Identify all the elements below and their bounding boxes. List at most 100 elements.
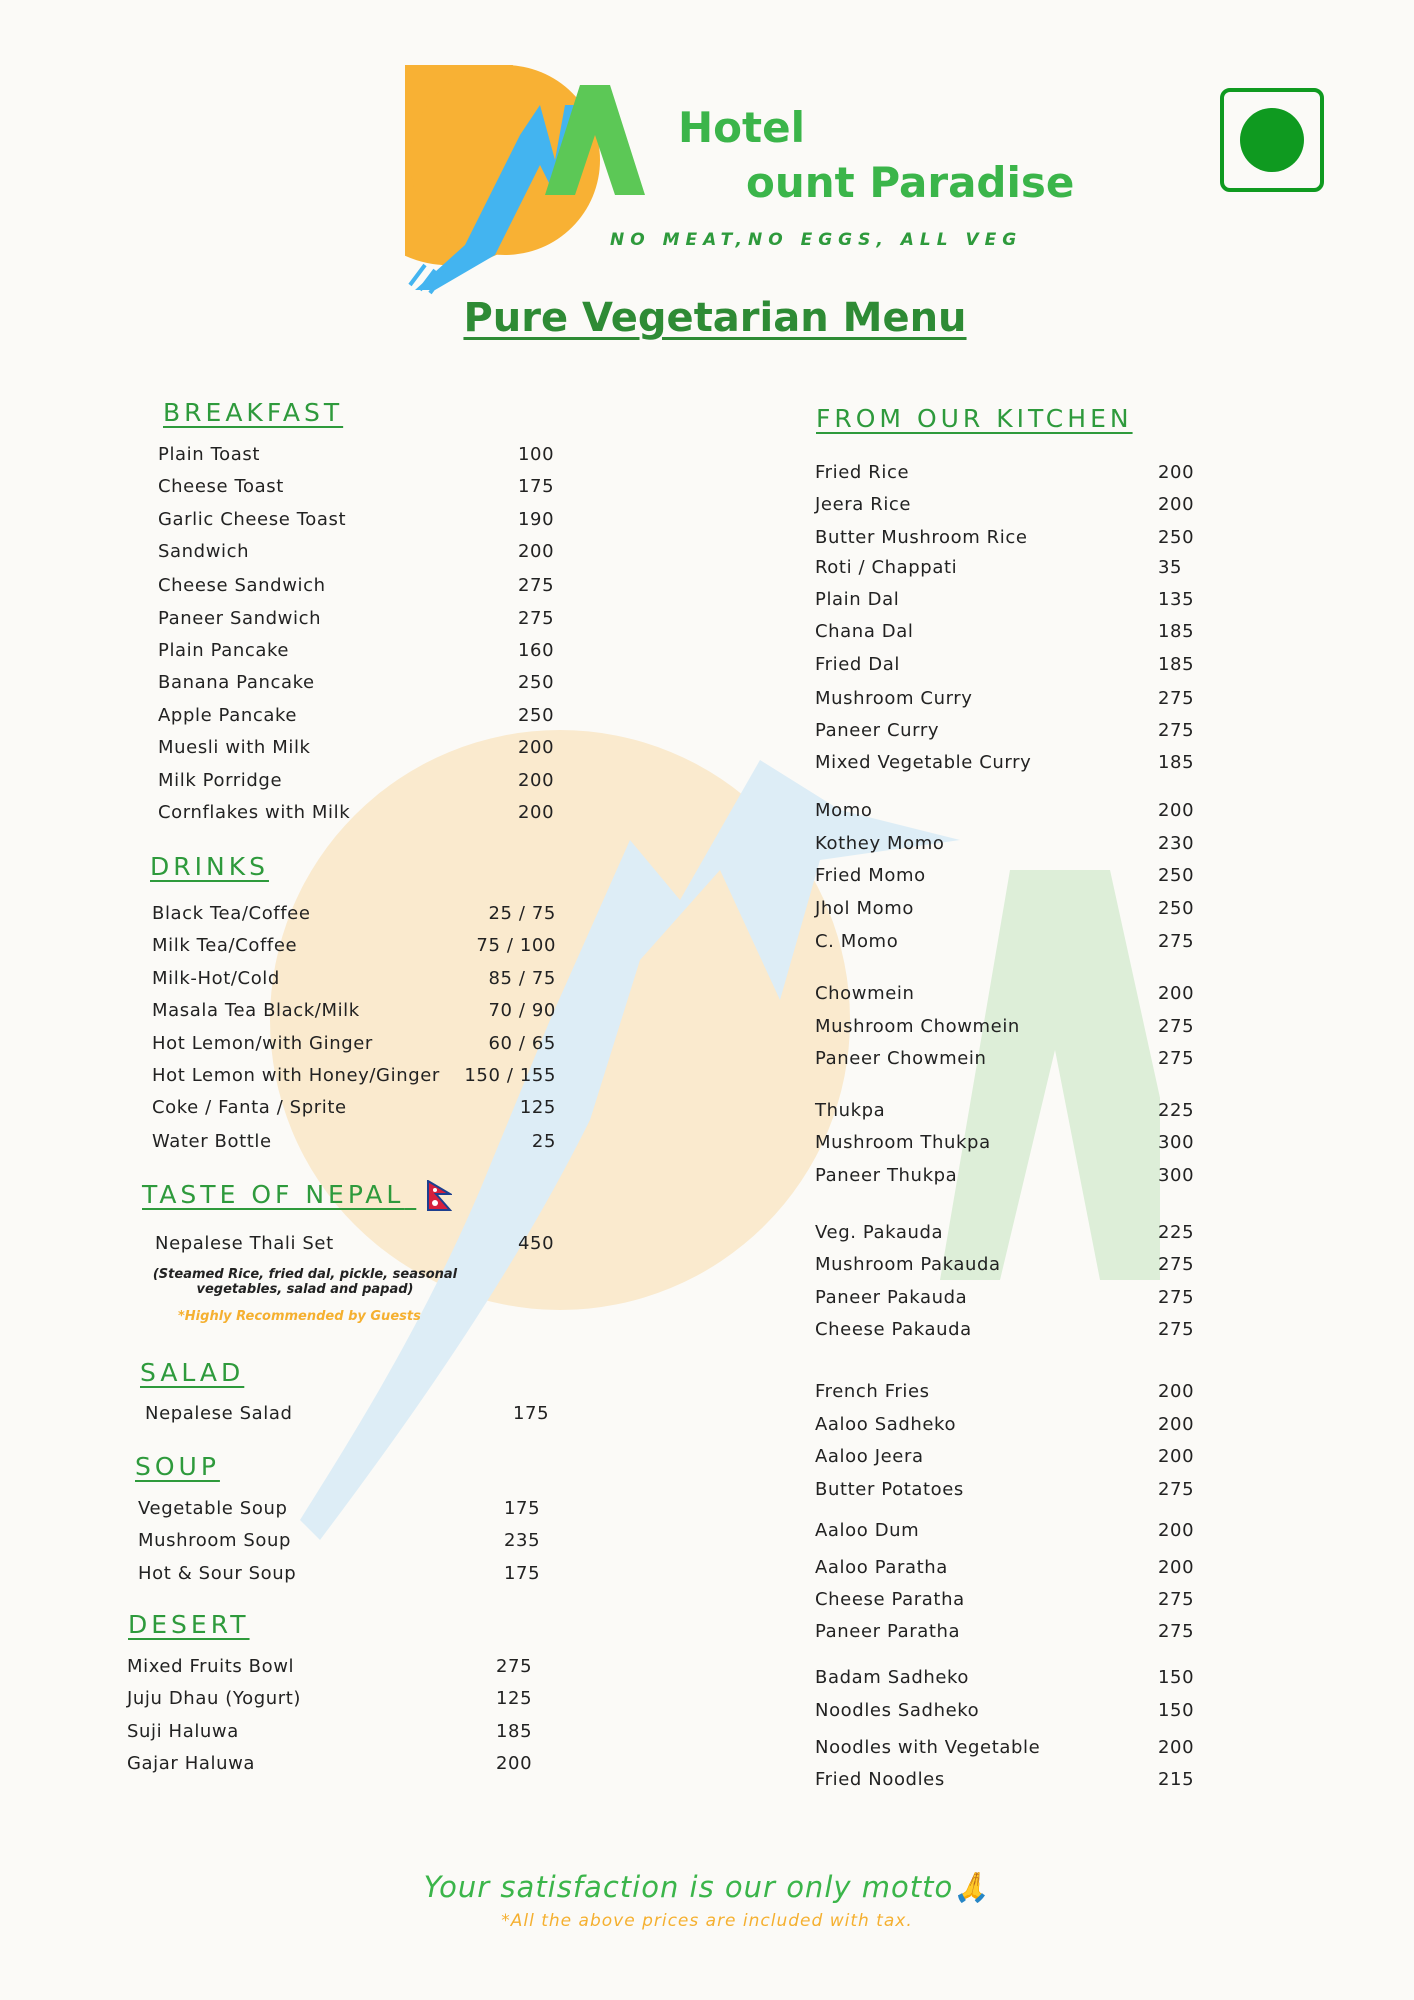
- menu-item-price: 60 / 65: [488, 1033, 556, 1054]
- menu-item-price: 70 / 90: [488, 1000, 556, 1021]
- menu-item-name: Juju Dhau (Yogurt): [127, 1688, 302, 1709]
- section-heading-soup: SOUP: [135, 1452, 220, 1481]
- menu-item-price: 185: [1158, 654, 1195, 675]
- menu-item-name: Cheese Toast: [158, 476, 284, 497]
- menu-item-name: Nepalese Thali Set: [155, 1233, 334, 1254]
- menu-item-name: Badam Sadheko: [815, 1667, 970, 1688]
- menu-item-name: Hot & Sour Soup: [138, 1563, 297, 1584]
- menu-item-name: Cheese Sandwich: [158, 575, 326, 596]
- menu-item-price: 300: [1158, 1165, 1195, 1186]
- menu-item-price: 200: [1158, 1446, 1195, 1467]
- menu-item-name: Cheese Paratha: [815, 1589, 965, 1610]
- menu-item-name: Nepalese Salad: [145, 1403, 293, 1424]
- menu-item-name: Mushroom Pakauda: [815, 1254, 1001, 1275]
- menu-item-price: 35: [1158, 557, 1183, 578]
- menu-item-name: Jeera Rice: [815, 494, 912, 515]
- menu-item-price: 200: [518, 737, 555, 758]
- menu-item-name: Plain Toast: [158, 444, 261, 465]
- menu-item-price: 175: [504, 1498, 541, 1519]
- menu-item-price: 200: [1158, 983, 1195, 1004]
- menu-item-name: Plain Dal: [815, 589, 900, 610]
- section-heading-taste-of-nepal: TASTE OF NEPAL: [142, 1180, 453, 1212]
- page-title: Pure Vegetarian Menu: [463, 295, 967, 341]
- menu-item-price: 275: [518, 608, 555, 629]
- menu-item-price: 275: [1158, 1048, 1195, 1069]
- menu-item-price: 275: [1158, 1254, 1195, 1275]
- menu-item-price: 215: [1158, 1769, 1195, 1790]
- menu-item-price: 300: [1158, 1132, 1195, 1153]
- watermark-logo: [270, 730, 1160, 1540]
- menu-item-name: Milk Porridge: [158, 770, 283, 791]
- menu-item-price: 175: [513, 1403, 550, 1424]
- menu-item-price: 450: [518, 1233, 555, 1254]
- menu-item-name: Paneer Paratha: [815, 1621, 961, 1642]
- menu-item-name: Mixed Fruits Bowl: [127, 1656, 295, 1677]
- menu-item-name: Mushroom Chowmein: [815, 1016, 1020, 1037]
- menu-item-price: 225: [1158, 1100, 1195, 1121]
- menu-item-price: 185: [1158, 752, 1195, 773]
- menu-item-name: Milk-Hot/Cold: [152, 968, 280, 989]
- footer-motto: Your satisfaction is our only motto🙏: [423, 1870, 991, 1904]
- menu-item-name: Garlic Cheese Toast: [158, 509, 347, 530]
- menu-item-price: 250: [518, 705, 555, 726]
- menu-item-name: Aaloo Sadheko: [815, 1414, 957, 1435]
- menu-item-price: 235: [504, 1530, 541, 1551]
- menu-item-name: Mixed Vegetable Curry: [815, 752, 1032, 773]
- menu-item-price: 85 / 75: [488, 968, 556, 989]
- menu-item-name: Chowmein: [815, 983, 915, 1004]
- menu-item-price: 160: [518, 640, 555, 661]
- menu-item-price: 190: [518, 509, 555, 530]
- menu-item-price: 200: [1158, 1520, 1195, 1541]
- menu-item-name: C. Momo: [815, 931, 899, 952]
- menu-item-price: 135: [1158, 589, 1195, 610]
- menu-item-price: 200: [1158, 1381, 1195, 1402]
- menu-item-name: Mushroom Curry: [815, 688, 973, 709]
- brand-hotel-text: Hotel: [678, 103, 805, 152]
- menu-item-price: 25 / 75: [488, 903, 556, 924]
- recommended-note: *Highly Recommended by Guests: [178, 1309, 421, 1324]
- menu-item-name: Veg. Pakauda: [815, 1222, 944, 1243]
- menu-item-name: Muesli with Milk: [158, 737, 311, 758]
- menu-item-price: 275: [1158, 1479, 1195, 1500]
- menu-item-name: Gajar Haluwa: [127, 1753, 256, 1774]
- menu-item-price: 200: [518, 541, 555, 562]
- menu-item-name: Cornflakes with Milk: [158, 802, 351, 823]
- menu-item-name: Vegetable Soup: [138, 1498, 288, 1519]
- section-heading-breakfast: BREAKFAST: [163, 398, 344, 427]
- veg-mark-icon: [1220, 88, 1324, 192]
- menu-item-name: Butter Potatoes: [815, 1479, 964, 1500]
- menu-item-price: 125: [496, 1688, 533, 1709]
- menu-item-price: 200: [1158, 1414, 1195, 1435]
- menu-item-price: 275: [1158, 931, 1195, 952]
- menu-item-name: Suji Haluwa: [127, 1721, 239, 1742]
- menu-item-price: 250: [518, 672, 555, 693]
- menu-item-price: 250: [1158, 527, 1195, 548]
- section-heading-text: TASTE OF NEPAL: [142, 1180, 405, 1209]
- menu-item-name: Milk Tea/Coffee: [152, 935, 298, 956]
- menu-item-name: Paneer Curry: [815, 720, 940, 741]
- menu-item-name: Black Tea/Coffee: [152, 903, 311, 924]
- menu-item-price: 125: [519, 1097, 556, 1118]
- menu-item-name: Aaloo Dum: [815, 1520, 920, 1541]
- menu-item-price: 250: [1158, 898, 1195, 919]
- menu-item-name: Fried Rice: [815, 462, 910, 483]
- menu-item-price: 275: [1158, 1319, 1195, 1340]
- menu-item-name: French Fries: [815, 1381, 930, 1402]
- menu-item-price: 200: [1158, 494, 1195, 515]
- menu-item-name: Paneer Sandwich: [158, 608, 322, 629]
- menu-item-price: 150: [1158, 1667, 1195, 1688]
- menu-item-name: Jhol Momo: [815, 898, 914, 919]
- menu-item-price: 275: [1158, 1016, 1195, 1037]
- menu-item-name: Noodles Sadheko: [815, 1700, 980, 1721]
- menu-item-price: 275: [1158, 1589, 1195, 1610]
- menu-item-price: 275: [1158, 1621, 1195, 1642]
- menu-item-name: Thukpa: [815, 1100, 886, 1121]
- menu-item-name: Roti / Chappati: [815, 557, 958, 578]
- menu-item-price: 200: [496, 1753, 533, 1774]
- thali-note-line-2: vegetables, salad and papad): [196, 1282, 414, 1297]
- menu-item-name: Momo: [815, 800, 873, 821]
- menu-item-name: Cheese Pakauda: [815, 1319, 972, 1340]
- thali-note: (Steamed Rice, fried dal, pickle, season…: [140, 1267, 470, 1297]
- menu-item-name: Paneer Chowmein: [815, 1048, 987, 1069]
- menu-item-price: 200: [1158, 1557, 1195, 1578]
